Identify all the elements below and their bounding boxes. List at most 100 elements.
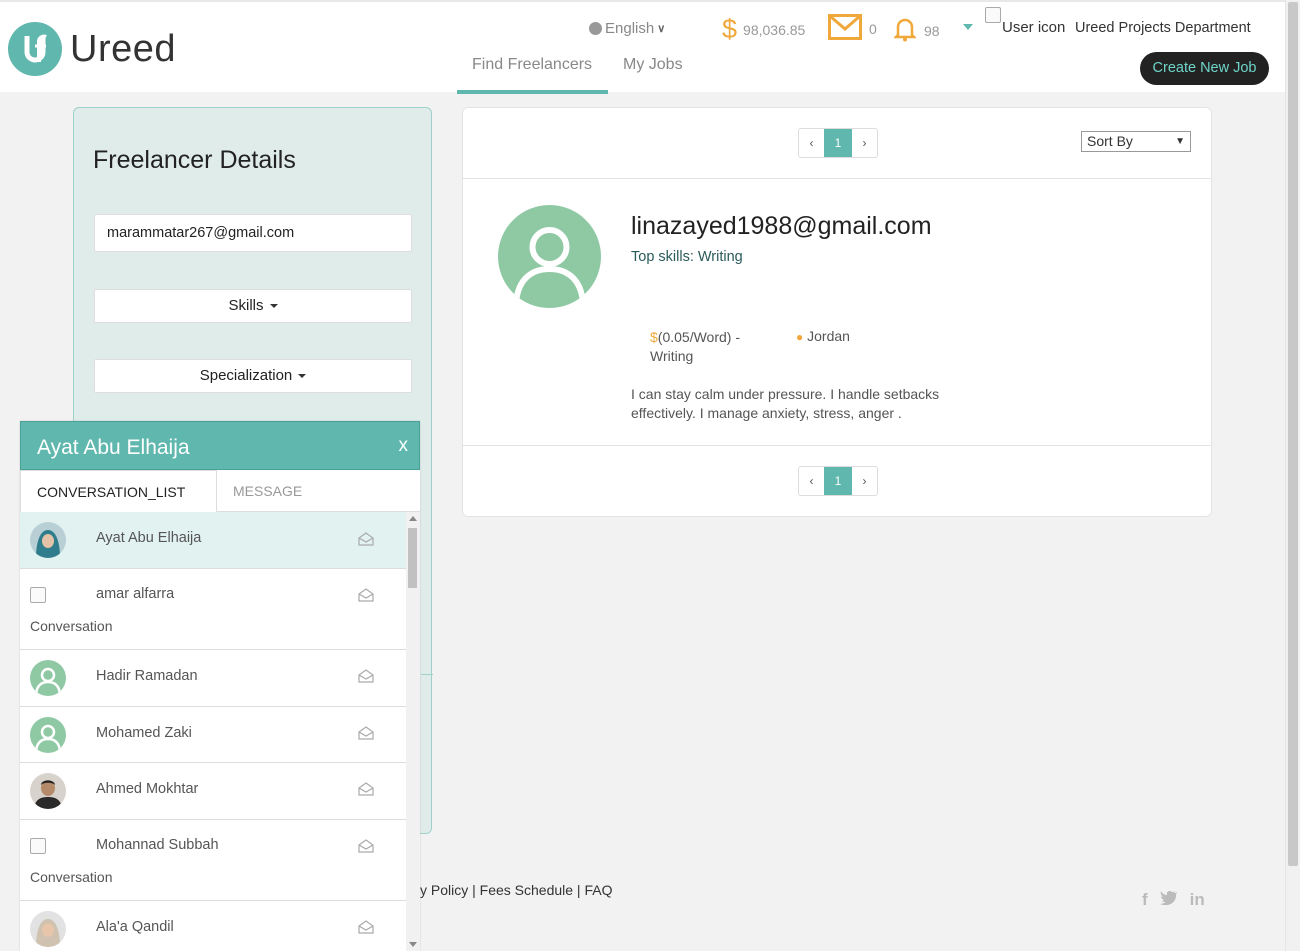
tab-conversation-list[interactable]: CONVERSATION_LIST [20, 470, 217, 512]
account-dropdown-icon[interactable] [963, 24, 973, 30]
page-button[interactable]: 1 [824, 467, 852, 495]
rate-text: (0.05/Word) - Writing [650, 329, 741, 364]
avatar [30, 773, 66, 809]
social-links: f in [1142, 890, 1205, 910]
conversation-name: Hadir Ramadan [96, 668, 198, 684]
conversation-name: Mohamed Zaki [96, 725, 192, 741]
dollar-icon: $ [722, 14, 738, 44]
location-text: Jordan [807, 328, 850, 344]
conversation-name: Ayat Abu Elhaija [96, 530, 202, 546]
globe-icon [589, 22, 602, 35]
tab-my-jobs[interactable]: My Jobs [608, 56, 698, 94]
dollar-icon: $ [650, 329, 658, 345]
pagination-top: ‹ 1 › [798, 128, 878, 158]
conversation-item[interactable]: Hadir Ramadan [20, 650, 406, 707]
default-avatar-icon [30, 717, 66, 753]
freelancer-avatar[interactable] [498, 205, 601, 308]
default-avatar-icon [30, 660, 66, 696]
top-header: Ureed English ∨ $ 98,036.85 0 98 User ic… [0, 0, 1285, 94]
envelope-open-icon [358, 920, 374, 934]
divider [463, 445, 1211, 446]
chat-title: Ayat Abu Elhaija [37, 436, 190, 459]
bell-icon [892, 16, 918, 45]
language-label: English [605, 20, 655, 37]
user-name[interactable]: Ureed Projects Department [1075, 20, 1251, 36]
prev-page-button[interactable]: ‹ [799, 467, 824, 495]
chat-header: Ayat Abu Elhaija x [20, 421, 420, 470]
balance-value: 98,036.85 [743, 21, 806, 38]
conversation-name: Mohannad Subbah [96, 837, 219, 853]
chat-panel: Ayat Abu Elhaija x CONVERSATION_LIST MES… [20, 421, 420, 951]
page-scrollbar[interactable] [1285, 0, 1300, 951]
ureed-logo[interactable]: Ureed [8, 22, 176, 76]
envelope-open-icon [358, 726, 374, 740]
panel-title: Freelancer Details [93, 146, 296, 174]
prev-page-button[interactable]: ‹ [799, 129, 824, 157]
conversation-list-scrollbar[interactable] [406, 512, 420, 951]
envelope-open-icon [358, 532, 374, 546]
conversation-name: Ahmed Mokhtar [96, 781, 199, 797]
next-page-button[interactable]: › [852, 129, 877, 157]
messages[interactable]: 0 [828, 14, 877, 43]
sort-by-select[interactable]: Sort By ▼ [1081, 131, 1191, 152]
conversation-list: Ayat Abu Elhaija Conversation icon amar … [20, 512, 406, 951]
map-pin-icon: ● [796, 330, 804, 344]
envelope-open-icon [358, 669, 374, 683]
create-new-job-button[interactable]: Create New Job [1140, 52, 1269, 85]
chat-tabs: CONVERSATION_LIST MESSAGE [20, 470, 420, 512]
pagination-bottom: ‹ 1 › [798, 466, 878, 496]
avatar [30, 522, 66, 558]
close-icon[interactable]: x [399, 435, 409, 457]
chevron-down-icon: ∨ [657, 23, 666, 35]
balance[interactable]: $ 98,036.85 [722, 14, 805, 45]
envelope-open-icon [358, 839, 374, 853]
page-button[interactable]: 1 [824, 129, 852, 157]
tab-message[interactable]: MESSAGE [217, 470, 420, 512]
notifications[interactable]: 98 [892, 16, 940, 45]
divider [463, 178, 1211, 179]
divider [421, 674, 433, 675]
select-arrow-icon: ▼ [1175, 136, 1185, 147]
next-page-button[interactable]: › [852, 467, 877, 495]
conversation-name: Ala'a Qandil [96, 919, 174, 935]
sort-by-label: Sort By [1087, 133, 1133, 149]
envelope-open-icon [358, 782, 374, 796]
scroll-down-icon[interactable] [409, 942, 417, 947]
ureed-logo-icon [8, 22, 62, 76]
conversation-item[interactable]: Mohamed Zaki [20, 707, 406, 763]
caret-down-icon [269, 304, 278, 309]
facebook-icon[interactable]: f [1142, 890, 1148, 910]
user-icon[interactable]: User icon [985, 7, 1065, 36]
brand-name: Ureed [70, 27, 176, 70]
conversation-item[interactable]: Ayat Abu Elhaija [20, 512, 406, 569]
notifications-count: 98 [924, 22, 940, 39]
footer-links[interactable]: cy Policy | Fees Schedule | FAQ [413, 882, 612, 898]
scrollbar-thumb[interactable] [408, 528, 417, 588]
envelope-icon [828, 14, 862, 43]
tab-find-freelancers[interactable]: Find Freelancers [457, 56, 608, 94]
email-field[interactable]: marammatar267@gmail.com [94, 214, 412, 252]
messages-count: 0 [869, 20, 877, 37]
conversation-item[interactable]: Conversation icon Mohannad Subbah [20, 820, 406, 915]
linkedin-icon[interactable]: in [1190, 890, 1205, 910]
conversation-item[interactable]: Ala'a Qandil [20, 901, 406, 951]
specialization-label: Specialization [199, 367, 293, 384]
avatar [30, 911, 66, 947]
skills-dropdown[interactable]: Skills [94, 289, 412, 323]
envelope-open-icon [358, 588, 374, 602]
language-selector[interactable]: English ∨ [589, 20, 665, 37]
freelancer-email[interactable]: linazayed1988@gmail.com [631, 212, 932, 241]
scroll-up-icon[interactable] [409, 516, 417, 521]
caret-down-icon [298, 374, 307, 379]
scrollbar-thumb[interactable] [1288, 2, 1298, 866]
skills-label: Skills [228, 297, 264, 314]
conversation-item[interactable]: Conversation icon amar alfarra [20, 569, 406, 664]
top-skills: Top skills: Writing [631, 249, 743, 265]
twitter-icon[interactable] [1159, 890, 1178, 910]
broken-image-icon [985, 7, 1001, 23]
results-panel: ‹ 1 › Sort By ▼ linazayed1988@gmail.com … [462, 107, 1212, 517]
specialization-dropdown[interactable]: Specialization [94, 359, 412, 393]
freelancer-bio: I can stay calm under pressure. I handle… [631, 386, 940, 421]
freelancer-rate: $(0.05/Word) - Writing [650, 328, 760, 366]
conversation-item[interactable]: Ahmed Mokhtar [20, 763, 406, 820]
